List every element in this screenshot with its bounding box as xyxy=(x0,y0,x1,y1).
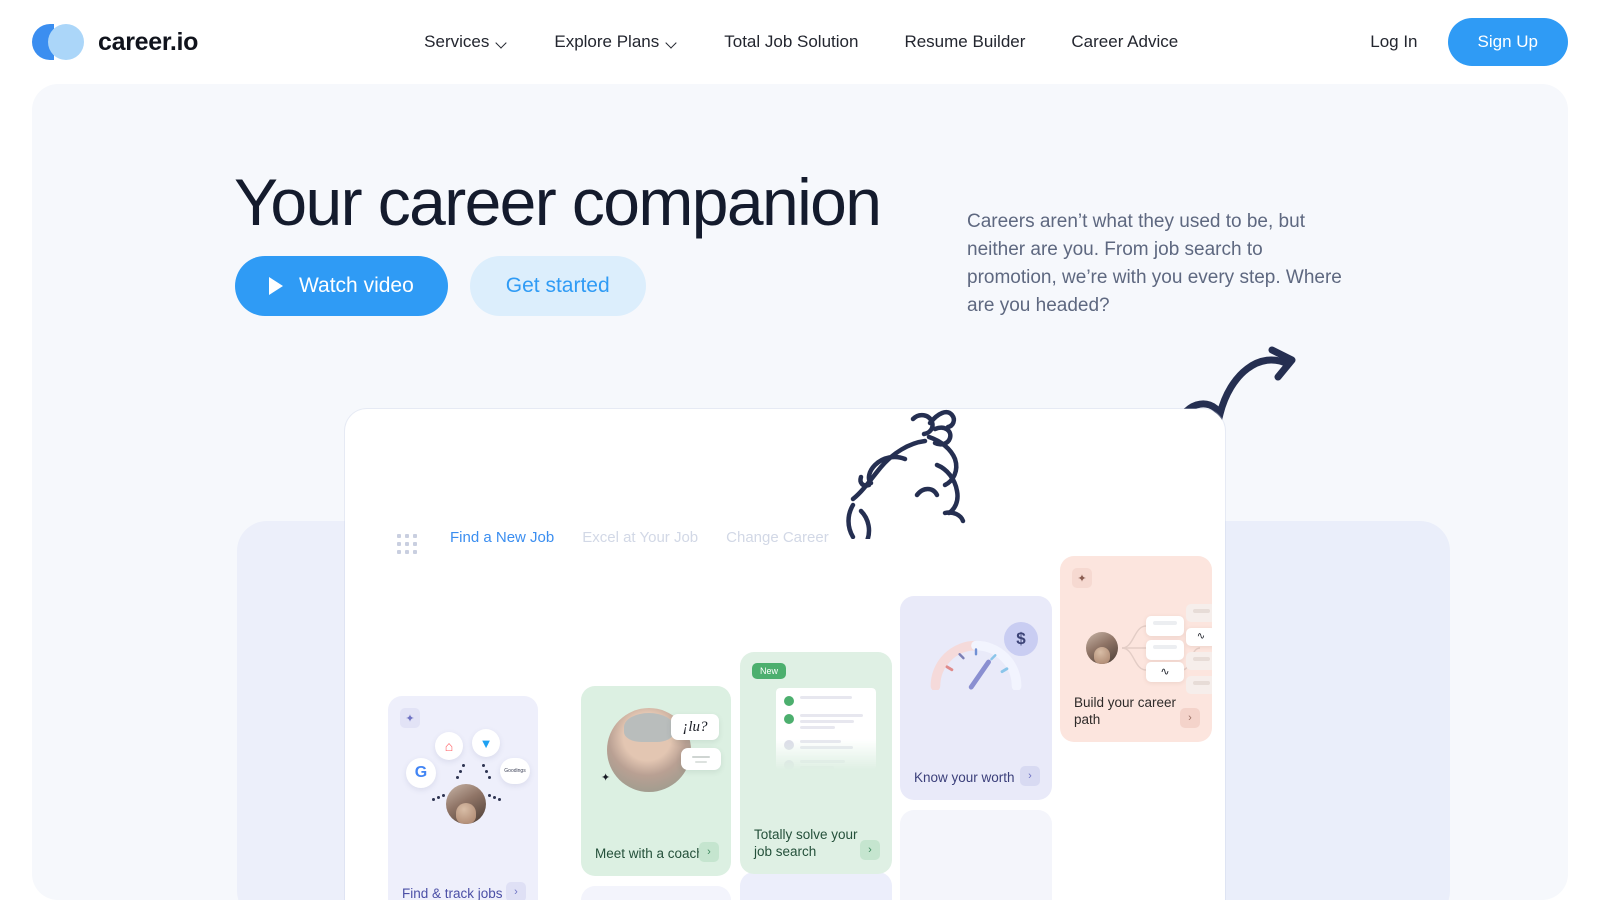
list-item xyxy=(784,696,868,706)
goodings-logo-icon: Goodings xyxy=(500,758,530,784)
chevron-down-icon xyxy=(497,39,508,46)
scribble-text: ¡lu? xyxy=(682,718,708,735)
path-node-highlight: ∿ xyxy=(1186,628,1212,646)
grid-dots-icon[interactable] xyxy=(397,534,417,554)
partial-card-2 xyxy=(740,872,892,900)
list-item xyxy=(784,740,868,752)
check-icon xyxy=(784,714,794,724)
site-header: career.io Services Explore Plans Total J… xyxy=(0,0,1600,84)
card-build-career-path[interactable]: ✦ ∿ ∿ Build your career path › xyxy=(1060,556,1212,742)
dollar-badge: $ xyxy=(1004,622,1038,656)
card-totally-solve-job-search[interactable]: New Totally solve your job search › xyxy=(740,652,892,874)
google-logo-icon: G xyxy=(406,758,436,788)
check-icon xyxy=(784,760,794,770)
path-node xyxy=(1186,676,1212,694)
nav-label: Total Job Solution xyxy=(724,32,859,51)
card-chevron-button[interactable]: › xyxy=(506,882,526,900)
avatar xyxy=(1086,632,1118,664)
nav-item-total-job-solution[interactable]: Total Job Solution xyxy=(724,32,858,52)
header-actions: Log In Sign Up xyxy=(1360,18,1568,66)
watch-video-button[interactable]: Watch video xyxy=(235,256,448,316)
nav-label: Career Advice xyxy=(1071,32,1179,51)
nav-item-resume-builder[interactable]: Resume Builder xyxy=(904,32,1025,52)
card-chevron-button[interactable]: › xyxy=(699,842,719,862)
card-chevron-button[interactable]: › xyxy=(1020,766,1040,786)
card-label: Find & track jobs xyxy=(402,886,503,900)
nav-item-career-advice[interactable]: Career Advice xyxy=(1071,32,1178,52)
nav-item-explore-plans[interactable]: Explore Plans xyxy=(554,32,678,52)
card-label: Meet with a coach xyxy=(595,846,704,861)
page-title: Your career companion xyxy=(234,165,882,239)
list-item xyxy=(784,760,868,772)
check-icon xyxy=(784,740,794,750)
jumping-person-illustration xyxy=(846,410,966,539)
list-item xyxy=(784,714,868,732)
chat-bubble-scribble: ¡lu? xyxy=(671,714,719,740)
signup-button[interactable]: Sign Up xyxy=(1447,18,1568,66)
chevron-down-icon xyxy=(667,39,678,46)
nav-label: Resume Builder xyxy=(904,32,1026,51)
hero-cta-group: Watch video Get started xyxy=(235,256,646,316)
tab-excel-at-your-job[interactable]: Excel at Your Job xyxy=(582,529,698,546)
card-label: Know your worth xyxy=(914,770,1015,785)
brand-name: career.io xyxy=(98,27,199,56)
path-node xyxy=(1146,640,1184,660)
main-navigation: Services Explore Plans Total Job Solutio… xyxy=(424,32,1178,52)
nav-label: Services xyxy=(424,32,490,51)
nav-item-services[interactable]: Services xyxy=(424,32,508,52)
card-label: Build your career path xyxy=(1074,695,1177,727)
avatar xyxy=(446,784,486,824)
watch-video-label: Watch video xyxy=(299,274,414,297)
nav-label: Explore Plans xyxy=(554,32,660,51)
card-chevron-button[interactable]: › xyxy=(860,840,880,860)
play-icon xyxy=(269,277,283,295)
sparkle-icon: ✦ xyxy=(601,772,611,784)
card-label: Totally solve your job search xyxy=(754,827,858,859)
partial-card-3 xyxy=(900,810,1052,900)
career-io-logo-icon xyxy=(32,24,84,60)
sparkle-icon: ✦ xyxy=(400,708,420,728)
tab-change-career[interactable]: Change Career xyxy=(726,529,829,546)
logo-full-circle xyxy=(48,24,84,60)
airbnb-logo-icon: ⌂ xyxy=(435,732,463,760)
partial-card-1 xyxy=(581,886,731,900)
brand-logo[interactable]: career.io xyxy=(32,24,198,60)
check-icon xyxy=(784,696,794,706)
mockup-tabs: Find a New Job Excel at Your Job Change … xyxy=(450,529,829,546)
hero-section: Your career companion Watch video Get st… xyxy=(32,84,1568,900)
chat-bubble-small xyxy=(681,748,721,770)
status-badge: New xyxy=(752,663,787,679)
card-find-track-jobs[interactable]: ✦ G ⌂ ▼ Goodings Find & track jobs › xyxy=(388,696,538,900)
tab-find-a-new-job[interactable]: Find a New Job xyxy=(450,529,554,546)
path-node-highlight: ∿ xyxy=(1146,662,1184,682)
checklist-panel xyxy=(776,688,876,770)
card-chevron-button[interactable]: › xyxy=(1180,708,1200,728)
page-root: career.io Services Explore Plans Total J… xyxy=(0,0,1600,900)
path-node xyxy=(1186,652,1212,670)
hero-paragraph: Careers aren’t what they used to be, but… xyxy=(967,211,1342,316)
path-node xyxy=(1186,604,1212,622)
get-started-button[interactable]: Get started xyxy=(469,256,646,316)
twitter-logo-icon: ▼ xyxy=(472,729,500,757)
path-node xyxy=(1146,616,1184,636)
card-know-your-worth[interactable]: $ Know your worth › xyxy=(900,596,1052,800)
card-meet-with-coach[interactable]: ¡lu? ✦ Meet with a coach › xyxy=(581,686,731,876)
login-link[interactable]: Log In xyxy=(1360,24,1427,60)
